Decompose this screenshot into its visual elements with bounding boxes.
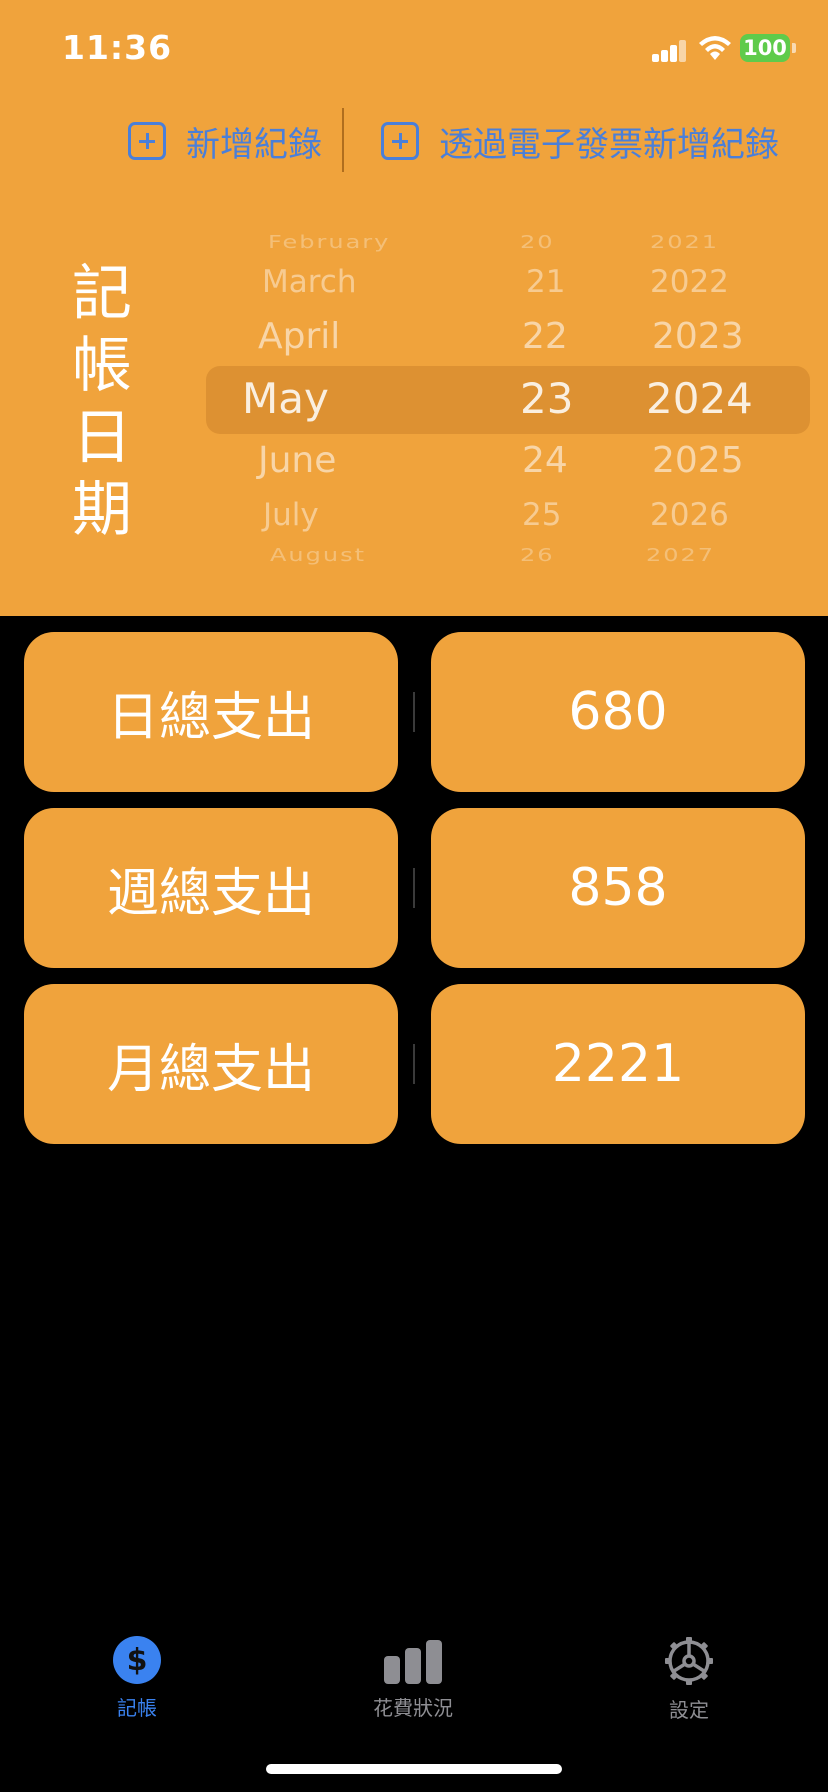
picker-year[interactable]: 2022 xyxy=(650,264,729,300)
picker-day[interactable]: 24 xyxy=(522,440,568,481)
picker-day[interactable]: 22 xyxy=(522,316,568,357)
battery-level: 100 xyxy=(743,36,787,60)
picker-month[interactable]: June xyxy=(258,440,336,481)
tab-bookkeeping-label: 記帳 xyxy=(117,1696,157,1720)
bar-chart-icon xyxy=(384,1636,442,1684)
weekly-total-label: 週總支出 xyxy=(24,808,398,968)
add-record-button[interactable]: 新增紀錄 xyxy=(128,116,322,166)
picker-month[interactable]: July xyxy=(263,497,319,533)
weekly-total-value: 858 xyxy=(431,808,805,968)
add-einvoice-record-button[interactable]: 透過電子發票新增紀錄 xyxy=(381,116,779,166)
picker-month-selected[interactable]: May xyxy=(242,374,329,423)
monthly-total-label: 月總支出 xyxy=(24,984,398,1144)
daily-total-label: 日總支出 xyxy=(24,632,398,792)
picker-year[interactable]: 2023 xyxy=(652,316,744,357)
picker-month[interactable]: February xyxy=(268,232,390,253)
date-label-char: 帳 xyxy=(72,331,132,401)
record-date-label: 記 帳 日 期 xyxy=(66,258,138,546)
add-einvoice-record-label: 透過電子發票新增紀錄 xyxy=(439,124,779,165)
daily-total-value: 680 xyxy=(431,632,805,792)
date-label-char: 期 xyxy=(72,475,132,545)
picker-day[interactable]: 25 xyxy=(522,497,561,533)
picker-year-selected[interactable]: 2024 xyxy=(646,374,753,423)
wifi-icon xyxy=(699,36,731,60)
row-divider xyxy=(413,692,415,732)
plus-square-icon xyxy=(128,122,166,160)
tab-spending-status-label: 花費狀況 xyxy=(373,1696,453,1720)
status-time: 11:36 xyxy=(62,28,173,67)
row-divider xyxy=(413,868,415,908)
date-label-char: 日 xyxy=(72,403,132,473)
monthly-total-value: 2221 xyxy=(431,984,805,1144)
picker-month[interactable]: August xyxy=(270,545,366,566)
picker-month[interactable]: March xyxy=(262,264,357,300)
plus-square-icon xyxy=(381,122,419,160)
cellular-signal-icon xyxy=(652,40,688,62)
tab-settings[interactable]: 設定 xyxy=(609,1636,769,1723)
header-panel: 11:36 100 新增紀錄 透過電子發票新增紀錄 記 帳 日 期 Februa… xyxy=(0,0,828,616)
dollar-circle-icon: $ xyxy=(113,1636,161,1684)
picker-day[interactable]: 20 xyxy=(520,232,555,253)
action-divider xyxy=(342,108,344,172)
screen: 11:36 100 新增紀錄 透過電子發票新增紀錄 記 帳 日 期 Februa… xyxy=(0,0,828,1792)
picker-year[interactable]: 2021 xyxy=(650,232,719,253)
gear-icon xyxy=(665,1637,713,1685)
picker-year[interactable]: 2027 xyxy=(646,545,715,566)
row-divider xyxy=(413,1044,415,1084)
picker-day-selected[interactable]: 23 xyxy=(520,374,573,423)
tab-spending-status[interactable]: 花費狀況 xyxy=(333,1636,493,1721)
picker-year[interactable]: 2025 xyxy=(652,440,744,481)
battery-icon: 100 xyxy=(740,34,796,62)
home-indicator[interactable] xyxy=(266,1764,562,1774)
picker-day[interactable]: 21 xyxy=(526,264,565,300)
tab-settings-label: 設定 xyxy=(669,1698,709,1722)
picker-month[interactable]: April xyxy=(258,316,340,357)
date-label-char: 記 xyxy=(72,259,132,329)
picker-day[interactable]: 26 xyxy=(520,545,555,566)
picker-year[interactable]: 2026 xyxy=(650,497,729,533)
add-record-label: 新增紀錄 xyxy=(186,124,322,165)
tab-bookkeeping[interactable]: $ 記帳 xyxy=(57,1636,217,1721)
